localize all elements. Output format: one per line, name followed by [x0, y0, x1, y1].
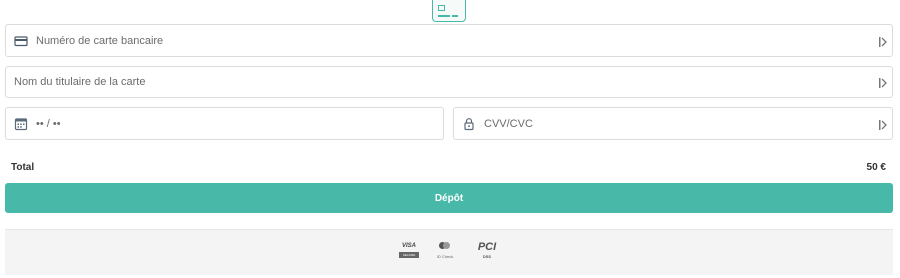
- mastercard-circles-icon: [438, 242, 452, 250]
- pci-dss-logo: PCI DSS: [473, 240, 501, 266]
- visa-secure-logo: VISA SECURE: [399, 242, 419, 264]
- autofill-icon[interactable]: [878, 118, 888, 130]
- pci-logo-subtext: DSS: [482, 254, 492, 259]
- card-chip-icon: [438, 5, 445, 11]
- total-label: Total: [11, 162, 35, 173]
- expiry-date-input[interactable]: [36, 108, 443, 139]
- card-number-field[interactable]: [5, 24, 893, 57]
- card-form-icon: [432, 0, 466, 22]
- payment-logos-footer: VISA SECURE ID Check PCI DSS: [5, 229, 893, 275]
- visa-logo-subtext: SECURE: [399, 252, 419, 258]
- total-amount: 50 €: [866, 162, 886, 173]
- mastercard-id-check-logo: ID Check: [433, 242, 457, 264]
- cardholder-name-field[interactable]: [5, 66, 893, 98]
- total-row: Total 50 €: [11, 162, 886, 173]
- cardholder-name-input[interactable]: [14, 67, 878, 97]
- deposit-button[interactable]: Dépôt: [5, 183, 893, 213]
- autofill-icon[interactable]: [878, 35, 888, 47]
- pci-logo-text: PCI: [477, 241, 497, 253]
- visa-logo-text: VISA: [401, 243, 416, 249]
- mastercard-logo-text: ID Check: [436, 254, 454, 259]
- lock-icon: [462, 117, 476, 131]
- cvv-input[interactable]: [484, 108, 878, 139]
- autofill-icon[interactable]: [878, 76, 888, 88]
- card-number-input[interactable]: [36, 25, 878, 56]
- cvv-field[interactable]: [453, 107, 893, 140]
- credit-card-icon: [14, 34, 28, 48]
- expiry-date-field[interactable]: [5, 107, 444, 140]
- calendar-icon: [14, 117, 28, 131]
